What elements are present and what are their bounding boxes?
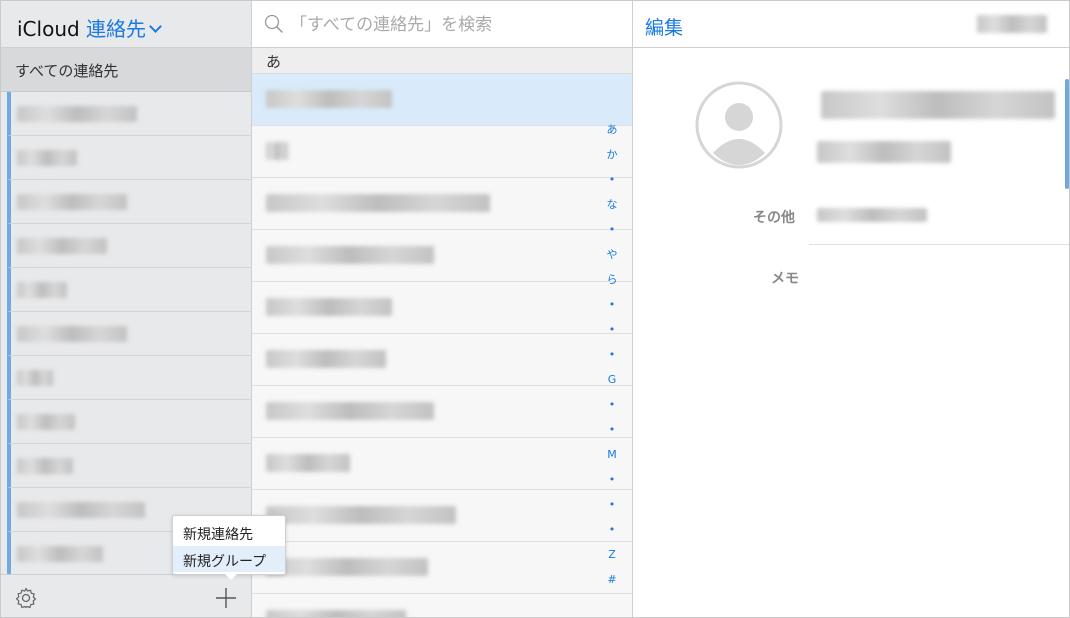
group-item[interactable] <box>7 312 251 356</box>
add-popup-menu: 新規連絡先 新規グループ <box>172 515 286 575</box>
index-letter[interactable]: M <box>604 442 620 467</box>
group-item[interactable] <box>7 400 251 444</box>
index-letter[interactable]: G <box>604 367 620 392</box>
menu-item-new-group-label: 新規グループ <box>183 554 267 570</box>
group-all-contacts-label: すべての連絡先 <box>15 62 119 80</box>
contact-row[interactable] <box>252 126 632 178</box>
app-title-name: 連絡先 <box>86 17 147 41</box>
chevron-down-icon <box>149 20 162 33</box>
index-dot[interactable]: • <box>604 492 620 517</box>
contact-row[interactable] <box>252 282 632 334</box>
add-icon[interactable] <box>215 587 237 609</box>
detail-header: 編集 <box>633 1 1069 48</box>
menu-item-new-group[interactable]: 新規グループ <box>173 546 285 572</box>
field-label-other: その他 <box>753 210 795 226</box>
search-input[interactable] <box>288 11 622 39</box>
group-item[interactable] <box>7 92 251 136</box>
group-item[interactable] <box>7 444 251 488</box>
popup-tail <box>223 572 239 580</box>
sidebar-footer <box>1 574 251 617</box>
group-list <box>1 92 251 576</box>
index-letter[interactable]: か <box>604 142 620 167</box>
index-letter[interactable]: や <box>604 242 620 267</box>
contact-row[interactable] <box>252 594 632 617</box>
contact-list <box>252 74 632 617</box>
contact-list-pane: あ あ か • な • や ら • • • G • <box>252 1 633 617</box>
group-item[interactable] <box>7 356 251 400</box>
index-letter[interactable]: ら <box>604 267 620 292</box>
menu-item-new-contact-label: 新規連絡先 <box>183 527 253 543</box>
index-letter[interactable]: # <box>604 567 620 592</box>
index-dot[interactable]: • <box>604 392 620 417</box>
index-letter[interactable]: Z <box>604 542 620 567</box>
contact-row[interactable] <box>252 438 632 490</box>
avatar-placeholder-icon <box>695 81 783 169</box>
sidebar-header: iCloud 連絡先 <box>1 1 251 48</box>
search-icon <box>264 14 284 34</box>
index-dot[interactable]: • <box>604 342 620 367</box>
group-item[interactable] <box>7 180 251 224</box>
contact-row[interactable] <box>252 230 632 282</box>
contact-row-selected[interactable] <box>252 74 632 126</box>
contact-name <box>821 91 1055 119</box>
group-all-contacts[interactable]: すべての連絡先 <box>1 48 251 92</box>
index-dot[interactable]: • <box>604 317 620 342</box>
contact-row[interactable] <box>252 386 632 438</box>
gear-icon[interactable] <box>14 586 38 610</box>
index-letter[interactable]: な <box>604 192 620 217</box>
index-dot[interactable]: • <box>604 417 620 442</box>
section-header: あ <box>252 48 632 74</box>
index-dot[interactable]: • <box>604 467 620 492</box>
contact-subtitle <box>817 141 951 163</box>
group-item[interactable] <box>7 136 251 180</box>
alphabet-index[interactable]: あ か • な • や ら • • • G • • M • • • Z # <box>604 117 620 592</box>
group-item[interactable] <box>7 268 251 312</box>
index-letter[interactable]: あ <box>604 117 620 142</box>
field-divider <box>809 244 1069 245</box>
contact-row[interactable] <box>252 178 632 230</box>
index-dot[interactable]: • <box>604 517 620 542</box>
contact-row[interactable] <box>252 490 632 542</box>
contact-detail-pane: 編集 その他 メモ <box>633 1 1069 617</box>
menu-item-new-contact[interactable]: 新規連絡先 <box>173 519 285 545</box>
index-dot[interactable]: • <box>604 217 620 242</box>
detail-header-actions[interactable] <box>977 15 1047 33</box>
index-dot[interactable]: • <box>604 167 620 192</box>
edit-button[interactable]: 編集 <box>645 13 683 40</box>
field-value-other[interactable] <box>817 208 927 222</box>
app-title-prefix: iCloud <box>17 17 80 41</box>
index-dot[interactable]: • <box>604 292 620 317</box>
detail-scrollbar[interactable] <box>1065 79 1069 189</box>
contact-row[interactable] <box>252 542 632 594</box>
section-header-label: あ <box>266 53 282 71</box>
field-label-memo: メモ <box>771 271 799 287</box>
search-bar <box>252 1 632 48</box>
app-title-menu[interactable]: iCloud 連絡先 <box>17 13 162 42</box>
contacts-window: iCloud 連絡先 すべての連絡先 新規連絡先 新規グループ 「すべての連絡先… <box>0 0 1070 618</box>
contact-row[interactable] <box>252 334 632 386</box>
group-item[interactable] <box>7 224 251 268</box>
